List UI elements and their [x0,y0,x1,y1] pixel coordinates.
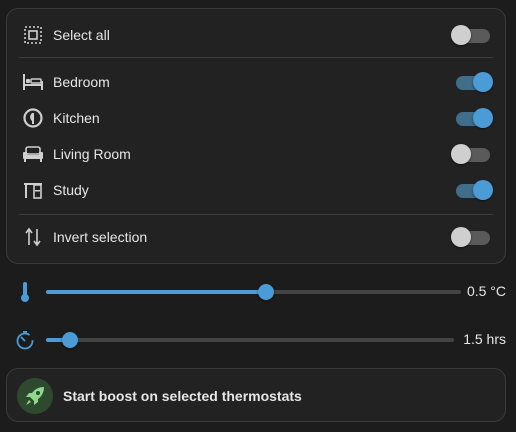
stove-icon [22,107,44,129]
start-boost-button[interactable]: Start boost on selected thermostats [6,368,506,422]
select-all-row[interactable]: Select all [7,17,505,53]
rocket-icon [17,378,53,414]
temperature-slider[interactable] [46,284,461,300]
divider [19,57,493,58]
duration-slider-thumb[interactable] [62,332,78,348]
temperature-slider-thumb[interactable] [258,284,274,300]
select-all-label: Select all [53,27,110,43]
swap-vertical-icon [22,226,44,248]
room-selection-card: Select all Bedroom Kitchen Living Room S… [6,8,506,264]
room-toggle-kitchen[interactable] [455,100,493,136]
sofa-icon [22,143,44,165]
divider [19,214,493,215]
duration-slider[interactable] [46,332,454,348]
room-toggle-bedroom[interactable] [455,64,493,100]
temperature-value: 0.5 °C [466,283,506,299]
invert-selection-toggle[interactable] [451,219,491,255]
temperature-slider-row: 0.5 °C [0,277,516,307]
room-label: Bedroom [53,74,110,90]
bed-icon [22,71,44,93]
timer-icon [14,329,36,351]
select-all-icon [22,24,44,46]
desk-icon [22,179,44,201]
duration-value: 1.5 hrs [463,331,506,347]
room-row-kitchen[interactable]: Kitchen [7,100,505,136]
room-row-study[interactable]: Study [7,172,505,208]
room-row-bedroom[interactable]: Bedroom [7,64,505,100]
room-toggle-living-room[interactable] [451,136,491,172]
thermometer-icon [14,281,36,303]
room-toggle-study[interactable] [455,172,493,208]
room-row-living-room[interactable]: Living Room [7,136,505,172]
invert-selection-row[interactable]: Invert selection [7,219,505,255]
invert-selection-label: Invert selection [53,229,148,245]
temperature-slider-fill [46,290,266,294]
select-all-toggle[interactable] [451,17,491,53]
room-label: Kitchen [53,110,100,126]
room-label: Living Room [53,146,131,162]
start-boost-label: Start boost on selected thermostats [63,388,302,404]
room-label: Study [53,182,89,198]
duration-slider-row: 1.5 hrs [0,325,516,355]
